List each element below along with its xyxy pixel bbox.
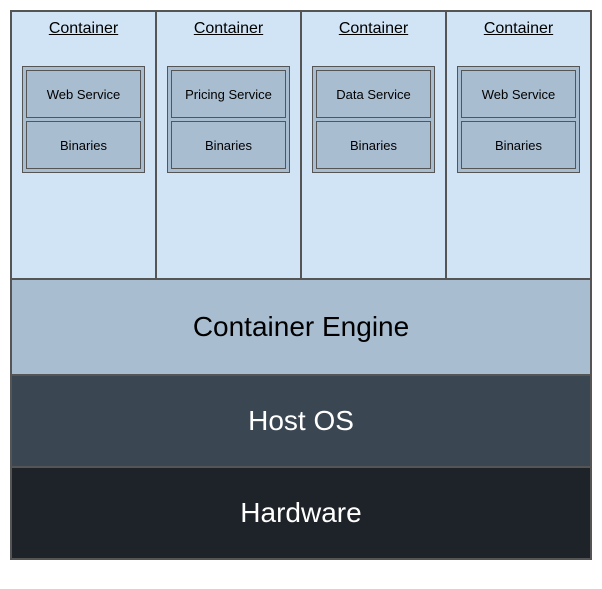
- container-box-3: Container Web Service Binaries: [446, 11, 591, 279]
- layer-hardware: Hardware: [11, 467, 591, 559]
- service-cell: Pricing Service: [171, 70, 286, 118]
- binaries-cell: Binaries: [171, 121, 286, 169]
- binaries-cell: Binaries: [316, 121, 431, 169]
- container-inner-box: Web Service Binaries: [457, 66, 580, 173]
- container-architecture-diagram: Container Web Service Binaries Container…: [10, 10, 592, 560]
- container-inner-box: Data Service Binaries: [312, 66, 435, 173]
- binaries-cell: Binaries: [26, 121, 141, 169]
- container-title: Container: [484, 20, 553, 38]
- service-cell: Data Service: [316, 70, 431, 118]
- container-inner-box: Web Service Binaries: [22, 66, 145, 173]
- container-title: Container: [194, 20, 263, 38]
- container-box-1: Container Pricing Service Binaries: [156, 11, 301, 279]
- layer-container-engine: Container Engine: [11, 279, 591, 375]
- container-box-2: Container Data Service Binaries: [301, 11, 446, 279]
- container-inner-box: Pricing Service Binaries: [167, 66, 290, 173]
- service-cell: Web Service: [26, 70, 141, 118]
- container-title: Container: [339, 20, 408, 38]
- containers-row: Container Web Service Binaries Container…: [11, 11, 591, 279]
- container-box-0: Container Web Service Binaries: [11, 11, 156, 279]
- service-cell: Web Service: [461, 70, 576, 118]
- layer-host-os: Host OS: [11, 375, 591, 467]
- container-title: Container: [49, 20, 118, 38]
- binaries-cell: Binaries: [461, 121, 576, 169]
